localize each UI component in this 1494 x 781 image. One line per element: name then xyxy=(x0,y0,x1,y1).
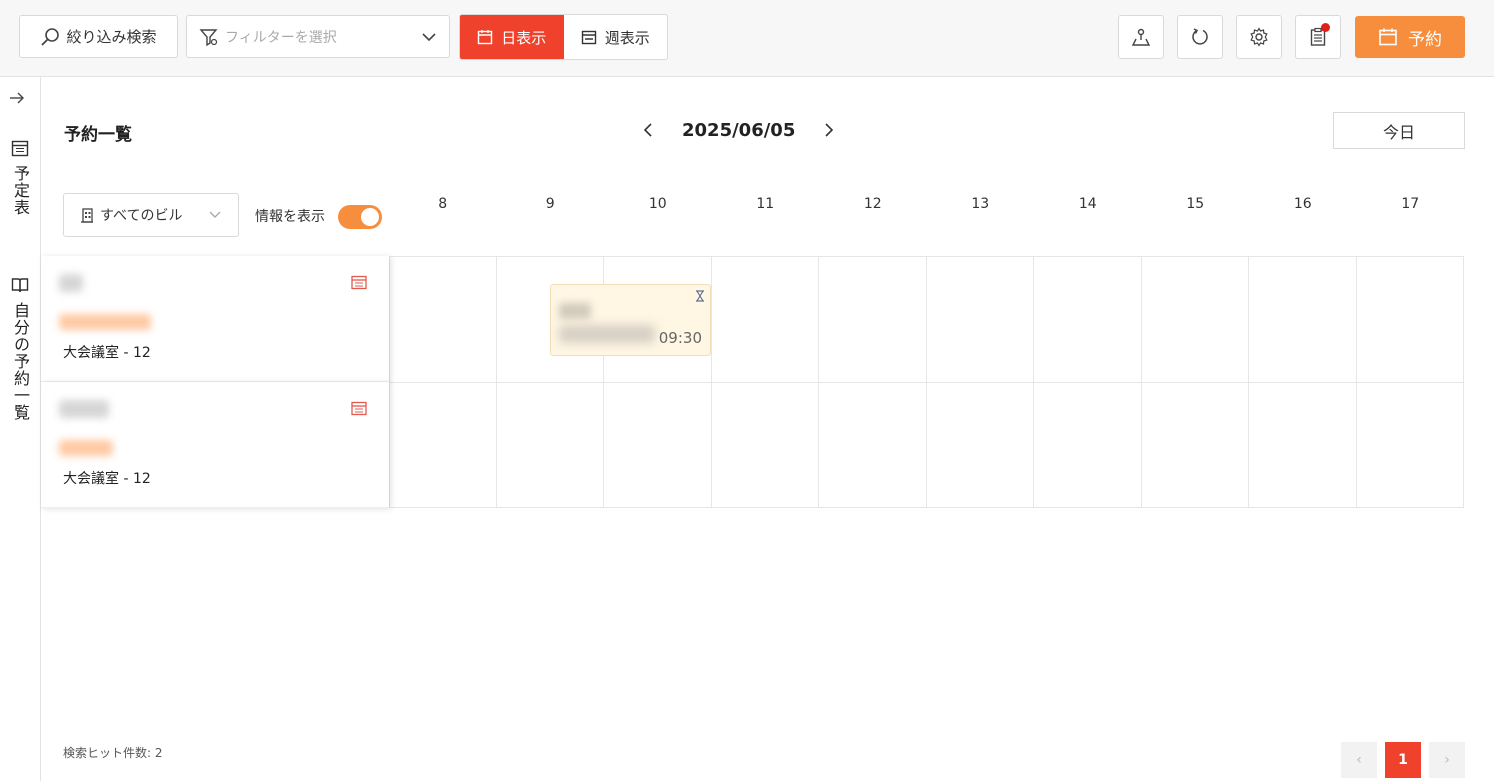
time-slot[interactable] xyxy=(1249,383,1357,507)
hour-label: 16 xyxy=(1293,196,1312,212)
chevron-right-icon xyxy=(825,123,834,137)
page-title: 予約一覧 xyxy=(64,125,132,145)
time-slot[interactable] xyxy=(927,257,1034,382)
hour-label: 12 xyxy=(863,196,882,212)
hour-header: 8 9 10 11 12 13 14 15 16 17 xyxy=(389,196,1464,216)
time-slot[interactable] xyxy=(712,383,819,507)
room-name: 大会議室 - 12 xyxy=(63,471,151,487)
time-slot[interactable] xyxy=(1034,383,1142,507)
event-time: 09:30 xyxy=(658,329,702,347)
hour-label: 14 xyxy=(1078,196,1097,212)
week-view-button[interactable]: 週表示 xyxy=(564,15,668,59)
sidebar-item-label: 予定表 xyxy=(11,165,30,216)
building-icon xyxy=(81,208,93,223)
next-day-button[interactable] xyxy=(816,113,842,147)
room-tag-redacted xyxy=(59,314,151,330)
calendar-week-icon xyxy=(581,30,596,45)
date-navigator: 2025/06/05 xyxy=(635,113,842,147)
reservation-event[interactable]: 09:30 xyxy=(550,284,711,356)
event-title-redacted xyxy=(559,303,591,319)
room-title-redacted xyxy=(59,400,109,418)
hour-label: 11 xyxy=(756,196,775,212)
time-slot[interactable] xyxy=(1357,383,1464,507)
time-slot[interactable] xyxy=(389,257,497,382)
day-view-button[interactable]: 日表示 xyxy=(460,15,564,59)
time-slot[interactable] xyxy=(819,383,927,507)
day-view-label: 日表示 xyxy=(501,28,547,47)
prev-page-button[interactable]: ‹ xyxy=(1341,742,1377,778)
gear-icon xyxy=(1250,27,1268,47)
building-select[interactable]: すべてのビル xyxy=(63,193,239,237)
room-row[interactable]: 大会議室 - 12 xyxy=(41,256,389,382)
filter-icon xyxy=(199,28,218,46)
filter-search-button[interactable]: 絞り込み検索 xyxy=(19,15,178,58)
time-slot[interactable] xyxy=(819,257,927,382)
hour-label: 17 xyxy=(1401,196,1420,212)
calendar-plus-icon xyxy=(1379,28,1397,46)
notifications-button[interactable] xyxy=(1295,15,1341,59)
week-view-label: 週表示 xyxy=(604,28,650,47)
hour-label: 8 xyxy=(438,196,448,212)
event-user-redacted xyxy=(559,325,655,343)
info-toggle[interactable] xyxy=(338,205,382,229)
page-number[interactable]: 1 xyxy=(1385,742,1421,778)
notification-badge xyxy=(1321,23,1330,32)
search-button-label: 絞り込み検索 xyxy=(66,28,157,46)
refresh-button[interactable] xyxy=(1177,15,1223,59)
time-slot[interactable] xyxy=(1357,257,1464,382)
hit-count: 検索ヒット件数: 2 xyxy=(63,746,163,760)
top-toolbar: 絞り込み検索 フィルターを選択 日表示 週表示 予約 xyxy=(0,0,1494,77)
time-slot[interactable] xyxy=(389,383,497,507)
view-toggle: 日表示 週表示 xyxy=(459,14,668,60)
time-slot[interactable] xyxy=(497,383,604,507)
refresh-icon xyxy=(1192,28,1208,45)
sidebar-item-label: 自分の予約一覧 xyxy=(11,302,30,421)
settings-button[interactable] xyxy=(1236,15,1282,59)
calendar-icon[interactable] xyxy=(351,274,367,290)
hour-label: 9 xyxy=(545,196,555,212)
filter-select[interactable]: フィルターを選択 xyxy=(186,15,450,58)
calendar-day-icon xyxy=(478,30,493,45)
hour-label: 15 xyxy=(1186,196,1205,212)
room-tag-redacted xyxy=(59,440,113,456)
toggle-knob xyxy=(361,208,379,226)
chevron-left-icon xyxy=(643,123,652,137)
grid-row xyxy=(389,382,1464,508)
time-slot[interactable] xyxy=(1142,257,1249,382)
chevron-down-icon xyxy=(209,211,221,218)
reserve-button[interactable]: 予約 xyxy=(1355,16,1465,58)
map-button[interactable] xyxy=(1118,15,1164,59)
hour-label: 10 xyxy=(648,196,667,212)
filter-placeholder: フィルターを選択 xyxy=(225,29,337,46)
book-icon xyxy=(11,278,29,293)
room-title-redacted xyxy=(59,274,83,292)
info-toggle-label: 情報を表示 xyxy=(255,209,325,225)
sidebar-item-schedule[interactable]: 予定表 xyxy=(0,139,40,216)
building-select-value: すべてのビル xyxy=(100,208,183,224)
time-slot[interactable] xyxy=(1034,257,1142,382)
time-slot[interactable] xyxy=(1249,257,1357,382)
room-list: 大会議室 - 12 大会議室 - 12 xyxy=(41,256,389,508)
expand-arrow-icon[interactable] xyxy=(8,89,26,107)
next-page-button[interactable]: › xyxy=(1429,742,1465,778)
time-slot[interactable] xyxy=(604,383,712,507)
calendar-icon xyxy=(11,140,29,157)
reserve-button-label: 予約 xyxy=(1408,29,1442,50)
chevron-down-icon xyxy=(422,32,436,41)
time-slot[interactable] xyxy=(927,383,1034,507)
time-slot[interactable] xyxy=(712,257,819,382)
today-button[interactable]: 今日 xyxy=(1333,112,1465,149)
hour-label: 13 xyxy=(971,196,990,212)
map-pin-icon xyxy=(1131,28,1151,46)
time-slot[interactable] xyxy=(1142,383,1249,507)
search-icon xyxy=(41,27,60,46)
hourglass-icon xyxy=(696,290,704,302)
left-rail: 予定表 自分の予約一覧 xyxy=(0,77,41,781)
prev-day-button[interactable] xyxy=(635,113,661,147)
room-name: 大会議室 - 12 xyxy=(63,345,151,361)
room-row[interactable]: 大会議室 - 12 xyxy=(41,382,389,508)
calendar-icon[interactable] xyxy=(351,400,367,416)
current-date: 2025/06/05 xyxy=(682,119,796,141)
sidebar-item-my-reservations[interactable]: 自分の予約一覧 xyxy=(0,276,40,421)
